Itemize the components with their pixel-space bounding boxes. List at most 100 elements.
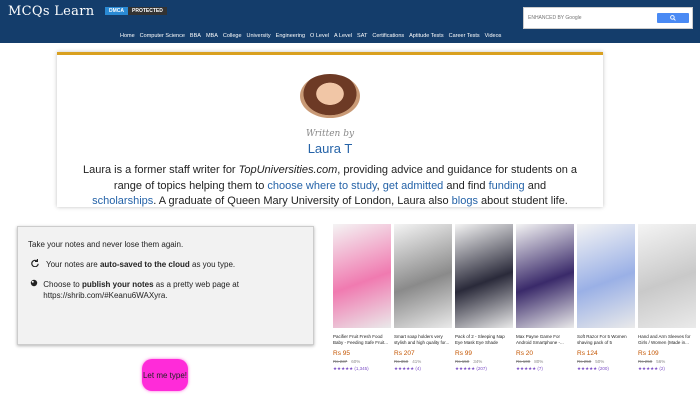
product-title[interactable]: Pack of 2 - Sleeping Nap Eye Mask Eye Sh… [455, 334, 513, 346]
bio-link-choose[interactable]: choose where to study [267, 180, 376, 192]
nav-item[interactable]: University [247, 33, 271, 39]
product-card[interactable]: Smart soap holders very stylish and high… [394, 224, 452, 394]
note-line-publish: Choose to publish your notes as a pretty… [28, 279, 303, 301]
product-image[interactable] [577, 224, 635, 328]
product-price: Rs 20 [516, 350, 533, 357]
product-old-price: Rs 150 34% [455, 359, 513, 364]
product-image[interactable] [638, 224, 696, 328]
product-old-price: Rs 250 50% [577, 359, 635, 364]
product-old-price: Rs 350 41% [394, 359, 452, 364]
product-original-price: Rs 250 [577, 359, 592, 364]
product-title[interactable]: Pacifier Fruit Fresh Food Baby - Feeding… [333, 334, 391, 346]
nav-item[interactable]: Videos [485, 33, 502, 39]
search-input[interactable] [528, 12, 648, 24]
bio-text: and [524, 179, 547, 192]
nav-item[interactable]: Career Tests [449, 33, 480, 39]
product-discount: 34% [473, 359, 483, 364]
product-image[interactable] [516, 224, 574, 328]
nav-item[interactable]: Computer Science [140, 33, 185, 39]
product-discount: 80% [534, 359, 544, 364]
search-icon [670, 15, 676, 21]
product-original-price: Rs 150 [455, 359, 470, 364]
product-card[interactable]: Hand and Arm Sleeves for Girls / Women (… [638, 224, 696, 394]
search-box [523, 7, 693, 29]
nav-item[interactable]: A Level [334, 33, 352, 39]
author-avatar [300, 74, 360, 118]
nav-item[interactable]: SAT [357, 33, 367, 39]
nav-item[interactable]: Aptitude Tests [409, 33, 443, 39]
globe-icon [28, 279, 39, 301]
note-text: Choose to publish your notes as a pretty… [43, 279, 303, 301]
product-price: Rs 124 [577, 350, 598, 357]
protected-label: PROTECTED [128, 7, 167, 15]
notes-heading: Take your notes and never lose them agai… [28, 240, 184, 249]
product-title[interactable]: Hand and Arm Sleeves for Girls / Women (… [638, 334, 696, 346]
note-line-autosave: Your notes are auto-saved to the cloud a… [28, 259, 303, 270]
product-rating: ★★★★★ (207) [455, 366, 487, 371]
nav-item[interactable]: Home [120, 33, 135, 39]
product-price: Rs 207 [394, 350, 415, 357]
product-rating: ★★★★★ (7) [516, 366, 543, 371]
author-name[interactable]: Laura T [57, 141, 603, 156]
note-text-bold: auto-saved to the cloud [99, 260, 190, 269]
nav-item[interactable]: MBA [206, 33, 218, 39]
product-price: Rs 99 [455, 350, 472, 357]
product-discount: 60% [351, 359, 361, 364]
product-title[interactable]: Max Payne Game For Android Smartphone -.… [516, 334, 574, 346]
product-ads: Pacifier Fruit Fresh Food Baby - Feeding… [333, 224, 696, 394]
note-text-part: as you type. [189, 260, 236, 269]
note-text: Your notes are auto-saved to the cloud a… [46, 259, 235, 270]
let-me-type-button[interactable]: Let me type! [142, 359, 188, 391]
product-title[interactable]: Smart soap holders very stylish and high… [394, 334, 452, 346]
product-image[interactable] [333, 224, 391, 328]
product-image[interactable] [455, 224, 513, 328]
search-button[interactable] [657, 13, 689, 23]
nav-item[interactable]: College [223, 33, 242, 39]
site-logo[interactable]: MCQs Learn [8, 4, 94, 19]
bio-text: and find [443, 179, 489, 192]
written-by-label: Written by [305, 129, 355, 139]
product-original-price: Rs 237 [333, 359, 348, 364]
product-card[interactable]: Pacifier Fruit Fresh Food Baby - Feeding… [333, 224, 391, 394]
product-discount: 56% [656, 359, 666, 364]
main-nav: Home Computer Science BBA MBA College Un… [120, 33, 501, 39]
product-price: Rs 109 [638, 350, 659, 357]
product-original-price: Rs 250 [638, 359, 653, 364]
nav-item[interactable]: O Level [310, 33, 329, 39]
bio-link-funding[interactable]: funding [489, 180, 525, 192]
bio-text: . A graduate of Queen Mary University of… [153, 195, 452, 207]
bio-site: TopUniversities.com [238, 164, 338, 176]
product-card[interactable]: Soft Razor For 5 Women shaving pack of 5… [577, 224, 635, 394]
product-title[interactable]: Soft Razor For 5 Women shaving pack of 5 [577, 334, 635, 346]
product-old-price: Rs 237 60% [333, 359, 391, 364]
note-text-part: Your notes are [46, 260, 100, 269]
nav-item[interactable]: BBA [190, 33, 201, 39]
product-rating: ★★★★★ (4) [394, 366, 421, 371]
refresh-icon [28, 259, 42, 270]
bio-link-admitted[interactable]: get admitted [383, 180, 444, 192]
author-card: Written by Laura T Laura is a former sta… [57, 52, 603, 207]
bio-link-blogs[interactable]: blogs [452, 195, 478, 207]
bio-link-scholarships[interactable]: scholarships [92, 195, 153, 207]
bio-text: Laura is a former staff writer for [82, 164, 239, 176]
product-image[interactable] [394, 224, 452, 328]
product-discount: 41% [412, 359, 422, 364]
product-rating: ★★★★★ (2) [638, 366, 665, 371]
product-card[interactable]: Max Payne Game For Android Smartphone -.… [516, 224, 574, 394]
product-old-price: Rs 250 56% [638, 359, 696, 364]
dmca-badge[interactable]: DMCA PROTECTED [105, 7, 167, 15]
product-old-price: Rs 100 80% [516, 359, 574, 364]
note-text-bold: publish your notes [81, 280, 154, 289]
dmca-label: DMCA [105, 7, 128, 15]
product-rating: ★★★★★ (200) [577, 366, 609, 371]
product-price: Rs 95 [333, 350, 350, 357]
notes-card: Take your notes and never lose them agai… [17, 226, 314, 345]
product-original-price: Rs 350 [394, 359, 409, 364]
nav-item[interactable]: Engineering [276, 33, 305, 39]
product-rating: ★★★★★ (1,345) [333, 366, 369, 371]
nav-item[interactable]: Certifications [372, 33, 404, 39]
product-card[interactable]: Pack of 2 - Sleeping Nap Eye Mask Eye Sh… [455, 224, 513, 394]
author-bio: Laura is a former staff writer for TopUn… [57, 163, 603, 210]
bio-text: about student life. [477, 195, 568, 207]
note-text-part: Choose to [43, 280, 82, 289]
